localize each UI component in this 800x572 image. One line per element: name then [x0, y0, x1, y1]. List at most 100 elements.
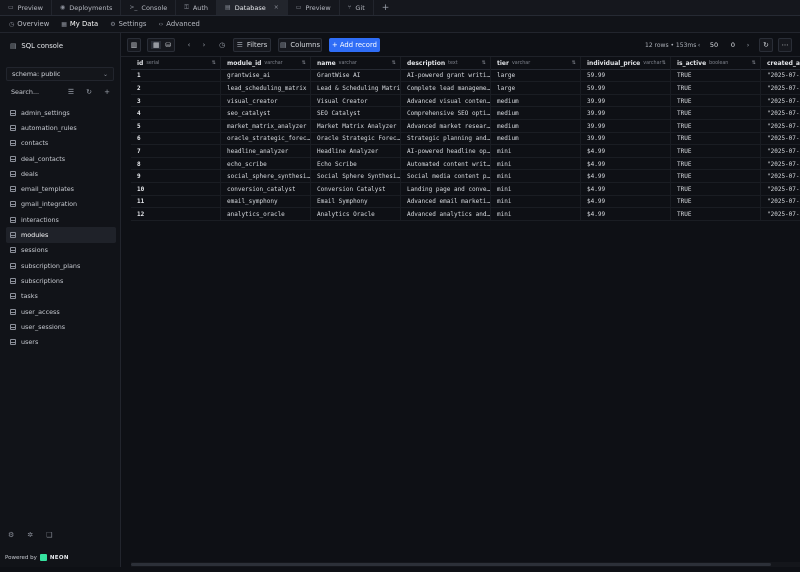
table-row[interactable]: 11 email_symphony Email Symphony Advanced e…	[131, 195, 800, 209]
table-cell-tier[interactable]: mini	[491, 195, 581, 209]
table-cell-created-at[interactable]: "2025-07-2	[761, 158, 800, 171]
table-cell-tier[interactable]: large	[491, 82, 581, 95]
table-row[interactable]: 3 visual_creator Visual Creator Advanced vi…	[131, 94, 800, 108]
table-cell-tier[interactable]: medium	[491, 94, 581, 108]
table-cell-tier[interactable]: medium	[491, 120, 581, 133]
table-cell-id[interactable]: 11	[131, 195, 221, 209]
next-page-button[interactable]: ›	[743, 38, 753, 52]
filter-icon[interactable]: ☰	[62, 88, 80, 96]
close-icon[interactable]: ×	[274, 4, 279, 11]
table-cell-description[interactable]: Advanced visual conten…	[401, 94, 491, 108]
table-cell-description[interactable]: Social media content p…	[401, 170, 491, 183]
table-cell-name[interactable]: Analytics Oracle	[311, 208, 401, 221]
sidebar-item-deal-contacts[interactable]: deal_contacts	[6, 151, 116, 166]
table-cell-created-at[interactable]: "2025-07-2	[761, 145, 800, 158]
tab-deployments[interactable]: ◉ Deployments	[52, 0, 122, 15]
schema-select[interactable]: schema: public ⌄	[6, 67, 114, 81]
table-cell-is-active[interactable]: TRUE	[671, 183, 761, 196]
sql-console-button[interactable]: ▤ SQL console	[6, 39, 114, 53]
sidebar-item-user-sessions[interactable]: user_sessions	[6, 319, 116, 334]
table-cell-module-id[interactable]: echo_scribe	[221, 157, 311, 171]
column-header-created-at[interactable]: created_at	[761, 57, 800, 70]
table-cell-module-id[interactable]: analytics_oracle	[221, 208, 311, 221]
sort-icon[interactable]: ⇅	[392, 60, 396, 66]
table-cell-is-active[interactable]: TRUE	[671, 120, 761, 133]
table-cell-name[interactable]: Lead & Scheduling Matri…	[311, 82, 401, 95]
prev-page-button[interactable]: ‹	[694, 38, 704, 52]
table-cell-is-active[interactable]: TRUE	[671, 94, 761, 108]
table-cell-module-id[interactable]: conversion_catalyst	[221, 183, 311, 196]
table-cell-tier[interactable]: large	[491, 69, 581, 83]
columns-button[interactable]: ▤ Columns	[278, 38, 322, 52]
tab-database[interactable]: ▤ Database ×	[217, 0, 288, 15]
table-cell-created-at[interactable]: "2025-07-2	[761, 95, 800, 108]
table-cell-is-active[interactable]: TRUE	[671, 195, 761, 209]
table-cell-is-active[interactable]: TRUE	[671, 157, 761, 171]
scrollbar-thumb[interactable]	[131, 563, 771, 566]
table-row[interactable]: 5 market_matrix_analyzer Market Matrix Ana…	[131, 120, 800, 133]
table-cell-description[interactable]: Strategic planning and…	[401, 132, 491, 146]
tab-auth[interactable]: ⚿ Auth	[176, 0, 218, 15]
gear-icon[interactable]: ⚙	[8, 531, 14, 539]
table-cell-individual-price[interactable]: $4.99	[581, 157, 671, 171]
table-cell-individual-price[interactable]: 39.99	[581, 94, 671, 108]
sort-icon[interactable]: ⇅	[662, 60, 666, 66]
table-cell-name[interactable]: SEO Catalyst	[311, 107, 401, 120]
table-cell-created-at[interactable]: "2025-07-2	[761, 70, 800, 83]
table-cell-description[interactable]: Advanced analytics and…	[401, 208, 491, 221]
table-cell-id[interactable]: 5	[131, 120, 221, 133]
sidebar-item-interactions[interactable]: interactions	[6, 212, 116, 227]
table-cell-description[interactable]: Advanced market resear…	[401, 120, 491, 133]
tab-console[interactable]: >_ Console	[121, 0, 177, 15]
table-cell-is-active[interactable]: TRUE	[671, 208, 761, 221]
book-icon[interactable]: ❑	[46, 531, 52, 539]
column-header-id[interactable]: id serial ⇅	[131, 57, 221, 70]
table-cell-created-at[interactable]: "2025-07-2	[761, 170, 800, 183]
sidebar-item-contacts[interactable]: contacts	[6, 136, 116, 151]
sort-icon[interactable]: ⇅	[302, 60, 306, 66]
table-cell-id[interactable]: 3	[131, 94, 221, 108]
limit-input[interactable]: 50	[707, 38, 721, 52]
table-cell-name[interactable]: Email Symphony	[311, 195, 401, 209]
table-cell-tier[interactable]: mini	[491, 170, 581, 183]
column-header-is-active[interactable]: is_active boolean ⇅	[671, 57, 761, 70]
table-cell-id[interactable]: 7	[131, 145, 221, 158]
table-cell-name[interactable]: Echo Scribe	[311, 157, 401, 171]
forward-button[interactable]: ›	[198, 38, 210, 52]
plus-icon[interactable]: +	[98, 88, 116, 96]
subnav-settings[interactable]: ⚙ Settings	[105, 18, 151, 30]
sidebar-item-modules[interactable]: modules	[6, 227, 116, 243]
subnav-my-data[interactable]: ▦ My Data	[56, 18, 103, 30]
table-cell-module-id[interactable]: grantwise_ai	[221, 69, 311, 83]
table-cell-tier[interactable]: medium	[491, 132, 581, 146]
sidebar-item-user-access[interactable]: user_access	[6, 304, 116, 319]
table-row[interactable]: 2 lead_scheduling_matrix Lead & Scheduling…	[131, 82, 800, 95]
column-header-name[interactable]: name varchar ⇅	[311, 57, 401, 70]
table-cell-name[interactable]: Conversion Catalyst	[311, 183, 401, 196]
table-cell-is-active[interactable]: TRUE	[671, 82, 761, 95]
table-cell-id[interactable]: 10	[131, 183, 221, 196]
table-cell-individual-price[interactable]: 59.99	[581, 69, 671, 83]
sidebar-item-deals[interactable]: deals	[6, 166, 116, 181]
table-row[interactable]: 8 echo_scribe Echo Scribe Automated content…	[131, 157, 800, 171]
tab-preview[interactable]: ▭ Preview	[288, 0, 340, 15]
table-cell-tier[interactable]: mini	[491, 183, 581, 196]
table-cell-individual-price[interactable]: 39.99	[581, 132, 671, 146]
table-cell-name[interactable]: Social Sphere Synthesi…	[311, 170, 401, 183]
horizontal-scrollbar[interactable]	[131, 562, 800, 567]
table-row[interactable]: 6 oracle_strategic_forec… Oracle Strategic…	[131, 132, 800, 146]
table-cell-module-id[interactable]: headline_analyzer	[221, 145, 311, 158]
sidebar-item-automation-rules[interactable]: automation_rules	[6, 120, 116, 135]
sort-icon[interactable]: ⇅	[572, 60, 576, 66]
subnav-advanced[interactable]: ‹› Advanced	[153, 18, 204, 30]
tab-preview[interactable]: ▭ Preview	[0, 0, 52, 15]
table-cell-description[interactable]: Comprehensive SEO opti…	[401, 107, 491, 120]
table-row[interactable]: 12 analytics_oracle Analytics Oracle Advanc…	[131, 208, 800, 221]
table-cell-id[interactable]: 2	[131, 82, 221, 95]
tab-git[interactable]: ⑂ Git	[340, 0, 374, 15]
table-cell-name[interactable]: GrantWise AI	[311, 69, 401, 83]
table-row[interactable]: 4 seo_catalyst SEO Catalyst Comprehensive S…	[131, 107, 800, 120]
table-cell-id[interactable]: 1	[131, 69, 221, 83]
table-cell-created-at[interactable]: "2025-07-2	[761, 82, 800, 95]
sidebar-item-email-templates[interactable]: email_templates	[6, 181, 116, 196]
